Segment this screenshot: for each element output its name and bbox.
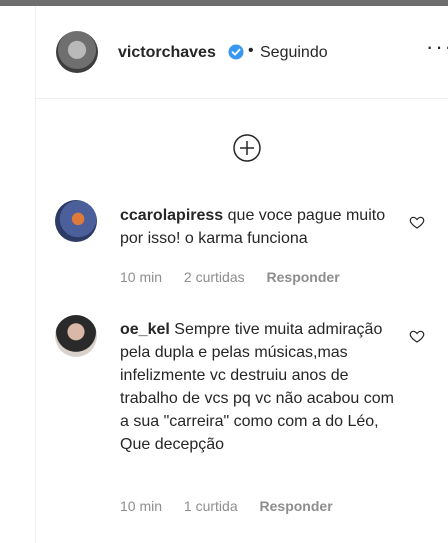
more-options-icon[interactable]: ··· (426, 34, 448, 60)
comment-meta: 10 min 1 curtida Responder (120, 498, 351, 514)
author-avatar[interactable] (56, 31, 98, 73)
comment-body: oe_kel Sempre tive muita admiração pela … (120, 318, 405, 456)
left-gutter (0, 6, 36, 543)
plus-circle-icon[interactable] (232, 133, 262, 163)
heart-outline-icon[interactable] (409, 214, 425, 230)
comment-likes-link[interactable]: 2 curtidas (184, 269, 245, 285)
commenter-avatar[interactable] (55, 200, 97, 242)
heart-outline-icon[interactable] (409, 328, 425, 344)
verified-badge-icon (228, 44, 244, 60)
author-username[interactable]: victorchaves (118, 44, 216, 62)
comment-username[interactable]: oe_kel (120, 321, 170, 338)
comment-time: 10 min (120, 269, 163, 285)
comment-text: Sempre tive muita admiração pela dupla e… (120, 321, 394, 453)
separator-dot: • (248, 42, 254, 59)
comment-body: ccarolapiress que voce pague muito por i… (120, 204, 405, 250)
comment-username[interactable]: ccarolapiress (120, 207, 223, 224)
comment-meta: 10 min 2 curtidas Responder (120, 269, 358, 285)
reply-button[interactable]: Responder (260, 498, 333, 514)
post-header: victorchaves • Seguindo ··· (36, 6, 448, 99)
commenter-avatar[interactable] (55, 315, 97, 357)
follow-status-button[interactable]: Seguindo (260, 44, 328, 62)
reply-button[interactable]: Responder (267, 269, 340, 285)
comment-likes-link[interactable]: 1 curtida (184, 498, 238, 514)
comment-time: 10 min (120, 498, 163, 514)
